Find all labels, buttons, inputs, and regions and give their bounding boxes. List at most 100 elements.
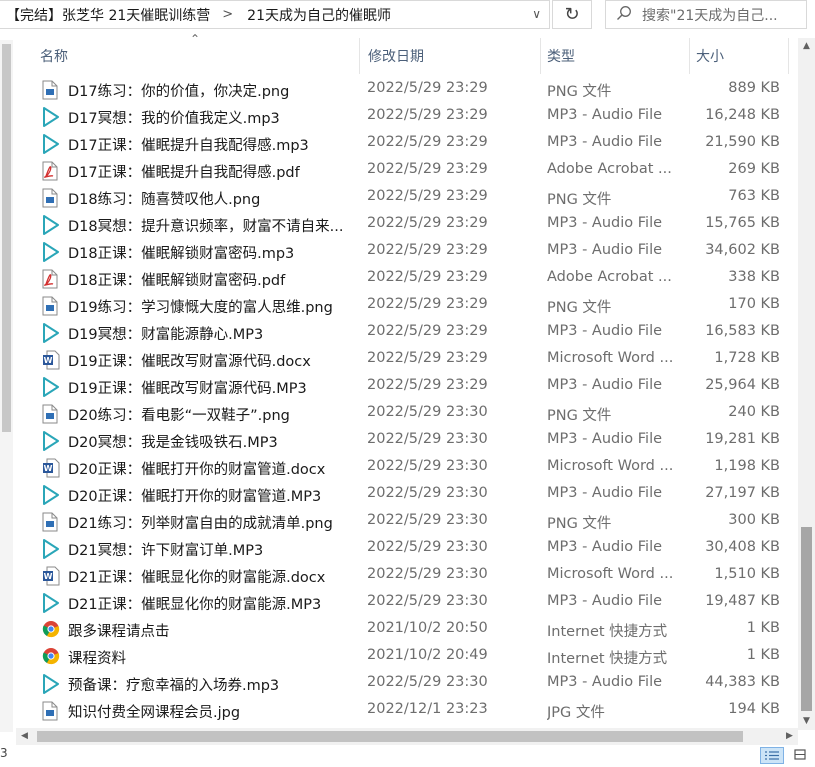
audio-file-icon	[42, 107, 60, 127]
horizontal-scroll-thumb[interactable]	[37, 731, 743, 742]
file-size: 34,602 KB	[705, 242, 780, 258]
column-divider[interactable]	[689, 38, 690, 74]
column-header-type[interactable]: 类型	[547, 46, 575, 66]
details-view-icon	[765, 751, 779, 760]
file-name: D21冥想：许下财富订单.MP3	[68, 543, 264, 559]
pdf-file-icon	[42, 269, 60, 289]
internet-shortcut-icon	[42, 620, 60, 640]
file-modified-date: 2022/5/29 23:29	[367, 350, 488, 366]
scroll-up-arrow-icon[interactable]: ▲	[798, 38, 815, 55]
file-name: D20正课：催眠打开你的财富管道.docx	[68, 462, 326, 478]
file-row[interactable]: D18练习：随喜赞叹他人.png 2022/5/29 23:29 PNG 文件 763…	[16, 184, 798, 211]
file-row[interactable]: D17正课：催眠提升自我配得感.pdf 2022/5/29 23:29 Adobe …	[16, 157, 798, 184]
file-modified-date: 2022/5/29 23:29	[367, 242, 488, 258]
file-row[interactable]: D18冥想：提升意识频率，财富不请自来... 2022/5/29 23:29 MP3…	[16, 211, 798, 238]
file-modified-date: 2022/5/29 23:29	[367, 80, 488, 96]
file-modified-date: 2022/5/29 23:29	[367, 296, 488, 312]
file-size: 1 KB	[746, 647, 780, 663]
column-divider[interactable]	[359, 38, 360, 74]
scroll-left-arrow-icon[interactable]: ◀	[16, 728, 33, 745]
file-modified-date: 2022/12/1 23:23	[367, 701, 488, 717]
chevron-down-icon[interactable]: ∨	[532, 7, 541, 21]
file-row[interactable]: W D20正课：催眠打开你的财富管道.docx 2022/5/29 23:30 Mic…	[16, 454, 798, 481]
breadcrumb[interactable]: 【完结】张芝华 21天催眠训练营 > 21天成为自己的催眠师 ∨	[0, 0, 550, 29]
file-type: PNG 文件	[547, 192, 612, 208]
details-view-button[interactable]	[760, 747, 784, 764]
file-size: 19,487 KB	[705, 593, 780, 609]
column-divider[interactable]	[788, 38, 789, 74]
file-row[interactable]: D18正课：催眠解锁财富密码.mp3 2022/5/29 23:29 MP3 - A…	[16, 238, 798, 265]
file-size: 240 KB	[728, 404, 780, 420]
file-type: Microsoft Word ...	[547, 566, 674, 582]
vertical-scrollbar[interactable]: ▲ ▼	[798, 38, 815, 730]
file-row[interactable]: W D19正课：催眠改写财富源代码.docx 2022/5/29 23:29 Micr…	[16, 346, 798, 373]
file-row[interactable]: 课程资料 2021/10/2 20:49 Internet 快捷方式 1 KB	[16, 643, 798, 670]
file-modified-date: 2022/5/29 23:29	[367, 377, 488, 393]
file-row[interactable]: D19冥想：财富能源静心.MP3 2022/5/29 23:29 MP3 - Aud…	[16, 319, 798, 346]
search-box[interactable]: 搜索"21天成为自己...	[605, 0, 807, 29]
file-row[interactable]: 预备课：疗愈幸福的入场券.mp3 2022/5/29 23:30 MP3 - Aud…	[16, 670, 798, 697]
column-header-modified[interactable]: 修改日期	[368, 46, 424, 66]
file-type: MP3 - Audio File	[547, 215, 663, 231]
scroll-right-arrow-icon[interactable]: ▶	[781, 728, 798, 745]
address-bar: 【完结】张芝华 21天催眠训练营 > 21天成为自己的催眠师 ∨ ↻ 搜索"21…	[0, 0, 815, 35]
file-size: 300 KB	[728, 512, 780, 528]
file-row[interactable]: D19正课：催眠改写财富源代码.MP3 2022/5/29 23:29 MP3 - …	[16, 373, 798, 400]
navigation-scroll-thumb[interactable]	[2, 44, 11, 432]
file-row[interactable]: D20冥想：我是金钱吸铁石.MP3 2022/5/29 23:30 MP3 - Au…	[16, 427, 798, 454]
file-size: 338 KB	[728, 269, 780, 285]
file-row[interactable]: 知识付费全网课程会员.jpg 2022/12/1 23:23 JPG 文件 194 K…	[16, 697, 798, 724]
file-row[interactable]: D18正课：催眠解锁财富密码.pdf 2022/5/29 23:29 Adobe A…	[16, 265, 798, 292]
file-size: 1 KB	[746, 620, 780, 636]
breadcrumb-item-parent[interactable]: 【完结】张芝华 21天催眠训练营	[0, 5, 214, 25]
large-icons-view-button[interactable]	[790, 747, 812, 764]
file-modified-date: 2022/5/29 23:29	[367, 188, 488, 204]
file-type: JPG 文件	[547, 705, 605, 721]
horizontal-scrollbar[interactable]: ◀ ▶	[16, 728, 798, 745]
file-modified-date: 2022/5/29 23:30	[367, 485, 488, 501]
chevron-right-icon[interactable]: >	[214, 7, 241, 22]
file-name: D21练习：列举财富自由的成就清单.png	[68, 516, 333, 532]
breadcrumb-item-current[interactable]: 21天成为自己的催眠师	[241, 5, 395, 25]
vertical-scroll-thumb[interactable]	[801, 527, 812, 711]
file-modified-date: 2022/5/29 23:30	[367, 431, 488, 447]
file-row[interactable]: D17冥想：我的价值我定义.mp3 2022/5/29 23:29 MP3 - Au…	[16, 103, 798, 130]
file-row[interactable]: D21练习：列举财富自由的成就清单.png 2022/5/29 23:30 PNG …	[16, 508, 798, 535]
file-size: 16,248 KB	[705, 107, 780, 123]
file-modified-date: 2022/5/29 23:29	[367, 323, 488, 339]
file-row[interactable]: 跟多课程请点击 2021/10/2 20:50 Internet 快捷方式 1 KB	[16, 616, 798, 643]
audio-file-icon	[42, 215, 60, 235]
navigation-pane-scrollbar[interactable]	[0, 40, 13, 732]
file-row[interactable]: D19练习：学习慷慨大度的富人思维.png 2022/5/29 23:29 PNG …	[16, 292, 798, 319]
audio-file-icon	[42, 377, 60, 397]
column-header-size[interactable]: 大小	[696, 46, 724, 66]
file-type: Microsoft Word ...	[547, 350, 674, 366]
file-type: PNG 文件	[547, 516, 612, 532]
image-file-icon	[42, 701, 60, 721]
file-name: D20正课：催眠打开你的财富管道.MP3	[68, 489, 322, 505]
file-name: D18正课：催眠解锁财富密码.pdf	[68, 273, 286, 289]
file-row[interactable]: D21冥想：许下财富订单.MP3 2022/5/29 23:30 MP3 - Aud…	[16, 535, 798, 562]
search-icon	[606, 5, 642, 25]
file-modified-date: 2022/5/29 23:30	[367, 566, 488, 582]
scroll-down-arrow-icon[interactable]: ▼	[798, 713, 815, 730]
audio-file-icon	[42, 242, 60, 262]
file-modified-date: 2021/10/2 20:49	[367, 647, 488, 663]
file-size: 27,197 KB	[705, 485, 780, 501]
search-input[interactable]: 搜索"21天成为自己...	[642, 5, 778, 25]
file-row[interactable]: D20练习：看电影“一双鞋子”.png 2022/5/29 23:30 PNG 文件…	[16, 400, 798, 427]
column-header-name[interactable]: 名称	[40, 46, 68, 66]
file-row[interactable]: D20正课：催眠打开你的财富管道.MP3 2022/5/29 23:30 MP3 -…	[16, 481, 798, 508]
audio-file-icon	[42, 485, 60, 505]
file-type: PNG 文件	[547, 408, 612, 424]
audio-file-icon	[42, 593, 60, 613]
file-row[interactable]: D17正课：催眠提升自我配得感.mp3 2022/5/29 23:29 MP3 - …	[16, 130, 798, 157]
image-file-icon	[42, 80, 60, 100]
file-row[interactable]: D21正课：催眠显化你的财富能源.MP3 2022/5/29 23:30 MP3 -…	[16, 589, 798, 616]
file-size: 1,728 KB	[714, 350, 780, 366]
column-divider[interactable]	[540, 38, 541, 74]
refresh-button[interactable]: ↻	[552, 0, 592, 29]
word-document-icon: W	[42, 350, 60, 370]
file-row[interactable]: D17练习：你的价值，你决定.png 2022/5/29 23:29 PNG 文件 8…	[16, 76, 798, 103]
file-row[interactable]: W D21正课：催眠显化你的财富能源.docx 2022/5/29 23:30 Mic…	[16, 562, 798, 589]
